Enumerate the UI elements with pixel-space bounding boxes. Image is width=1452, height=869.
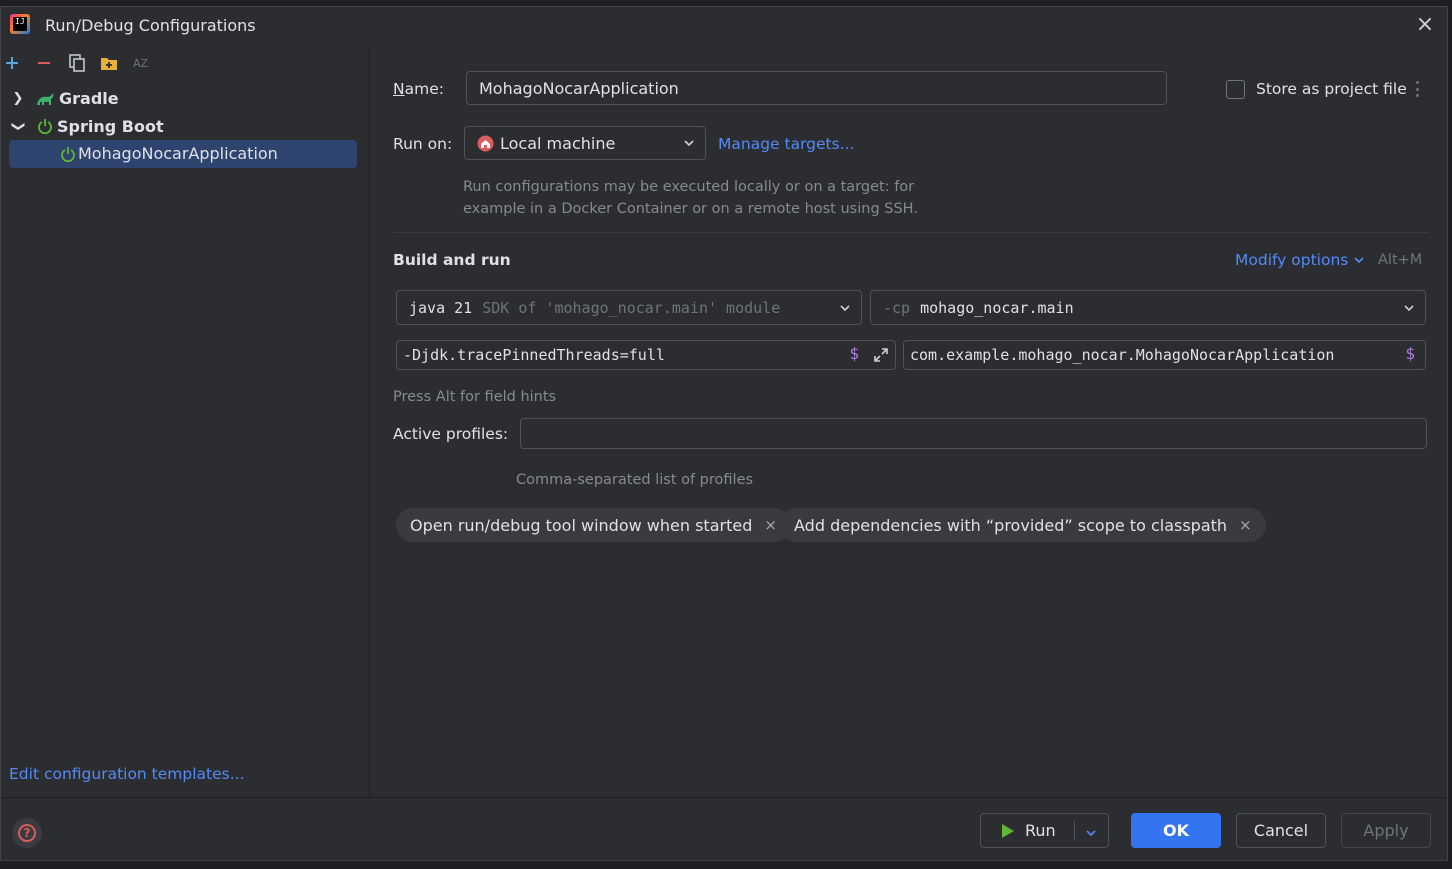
insert-macro-icon[interactable]: $ [849,344,859,363]
manage-targets-link[interactable]: Manage targets... [718,135,854,153]
close-icon[interactable]: × [764,516,777,534]
store-as-project-file-checkbox[interactable] [1226,80,1245,99]
ok-button[interactable]: OK [1131,813,1221,848]
modify-options-shortcut: Alt+M [1378,252,1423,268]
close-icon[interactable]: × [1239,516,1252,534]
run-on-label: Run on: [393,135,453,153]
remove-icon[interactable] [23,53,65,73]
chevron-right-icon[interactable]: ❯ [9,91,27,106]
run-debug-dialog: IJ Run/Debug Configurations × AZ ❯ Gradl… [0,6,1448,861]
chip-label: Add dependencies with “provided” scope t… [794,515,1228,535]
chevron-down-icon [1354,257,1364,264]
sort-alphabetically-icon[interactable]: AZ [129,53,153,73]
insert-macro-icon[interactable]: $ [1405,344,1415,363]
chevron-down-icon [1403,300,1415,318]
tree-label-gradle: Gradle [59,89,119,109]
sidebar-toolbar: AZ [1,52,153,74]
chevron-down-icon [683,135,695,153]
close-icon[interactable]: × [1415,14,1435,36]
configuration-tree: ❯ Gradle ❯ Spring Boot MohagoNocarApplic… [9,85,357,168]
tree-item-mohago-nocar-application[interactable]: MohagoNocarApplication [9,140,357,168]
svg-text:AZ: AZ [133,57,149,70]
add-icon[interactable] [1,53,23,73]
tree-item-spring-boot[interactable]: ❯ Spring Boot [9,113,357,141]
cancel-button[interactable]: Cancel [1236,813,1326,848]
run-button[interactable]: Run [980,813,1109,848]
folder-add-icon[interactable] [89,53,129,73]
home-icon [477,135,494,152]
build-and-run-title: Build and run [393,251,511,269]
field-hints-text: Press Alt for field hints [393,389,557,405]
vm-options-value: -Djdk.tracePinnedThreads=full [403,346,665,364]
tree-label-mohago-nocar-application: MohagoNocarApplication [78,144,278,164]
run-on-value: Local machine [500,133,616,153]
run-on-hint-line2: example in a Docker Container or on a re… [463,201,918,217]
vm-options-field[interactable]: -Djdk.tracePinnedThreads=full $ [396,340,896,370]
chevron-down-icon [839,300,851,318]
active-profiles-field[interactable] [520,418,1427,449]
jdk-suffix: SDK of 'mohago_nocar.main' module [482,298,781,317]
title-bar: IJ Run/Debug Configurations × [1,7,1447,47]
active-profiles-label: Active profiles: [393,425,509,443]
cp-value: mohago_nocar.main [920,298,1074,317]
help-icon[interactable]: ? [12,818,42,848]
configuration-editor: Name: MohagoNocarApplication Store as pr… [371,47,1447,797]
classpath-module-combo[interactable]: -cp mohago_nocar.main [870,290,1426,325]
window-title: Run/Debug Configurations [45,16,256,35]
separator [393,232,1429,233]
spring-boot-power-icon [60,146,76,162]
name-label: Name: [393,80,444,98]
run-on-combo[interactable]: Local machine [464,126,706,160]
more-options-icon[interactable] [1414,81,1420,97]
cp-prefix: -cp [883,298,911,317]
intellij-logo-icon: IJ [10,14,30,34]
run-button-label: Run [1025,821,1056,840]
gradle-icon [35,91,55,107]
tree-item-gradle[interactable]: ❯ Gradle [9,85,357,113]
store-as-project-file-label: Store as project file [1256,80,1407,98]
chevron-down-icon[interactable]: ❯ [11,117,26,135]
jdk-version: java 21 [409,298,473,317]
tree-label-spring-boot: Spring Boot [57,116,164,136]
modify-options-link[interactable]: Modify options [1235,251,1365,269]
run-icon [1002,823,1014,838]
jdk-combo[interactable]: java 21 SDK of 'mohago_nocar.main' modul… [396,290,862,325]
expand-icon[interactable] [873,347,889,367]
apply-button[interactable]: Apply [1341,813,1431,848]
chip-label: Open run/debug tool window when started [410,515,753,535]
edit-configuration-templates-link[interactable]: Edit configuration templates... [9,765,245,783]
option-chip-provided-scope[interactable]: Add dependencies with “provided” scope t… [780,508,1266,542]
chevron-down-icon[interactable] [1085,824,1097,843]
option-chip-open-tool-window[interactable]: Open run/debug tool window when started … [396,508,791,542]
main-class-field[interactable]: com.example.mohago_nocar.MohagoNocarAppl… [903,340,1426,370]
configurations-sidebar: AZ ❯ Gradle ❯ Spring Boot MohagoNocarApp… [1,47,370,797]
copy-icon[interactable] [65,53,89,73]
dialog-button-bar: ? Run OK Cancel Apply [1,797,1447,862]
active-profiles-hint: Comma-separated list of profiles [516,472,754,488]
main-class-value: com.example.mohago_nocar.MohagoNocarAppl… [910,346,1335,364]
run-on-hint-line1: Run configurations may be executed local… [463,179,915,195]
spring-boot-power-icon [37,118,53,135]
name-field[interactable]: MohagoNocarApplication [466,71,1167,105]
